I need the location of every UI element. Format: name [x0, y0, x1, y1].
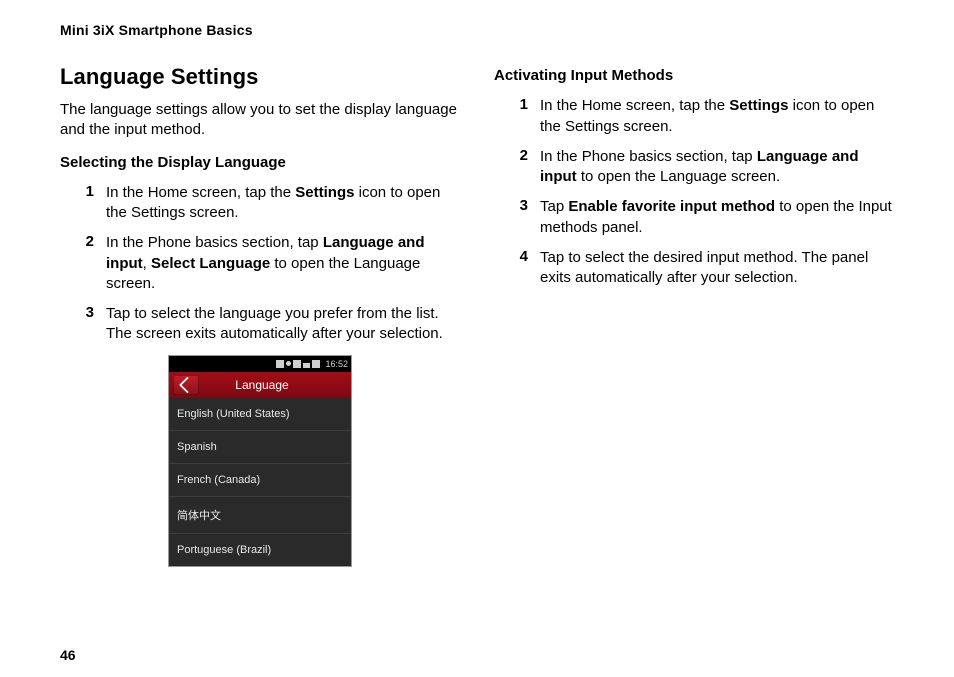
step-text: Tap to select the language you prefer fr… — [106, 304, 460, 345]
language-option[interactable]: 简体中文 — [169, 497, 351, 534]
step-text: Tap Enable favorite input method to open… — [540, 197, 894, 238]
step-item: 2 In the Phone basics section, tap Langu… — [82, 233, 460, 294]
language-option[interactable]: English (United States) — [169, 398, 351, 431]
subhead-select-language: Selecting the Display Language — [60, 153, 460, 173]
language-option[interactable]: Spanish — [169, 431, 351, 464]
page-number: 46 — [60, 647, 76, 663]
step-item: 1 In the Home screen, tap the Settings i… — [82, 183, 460, 224]
text: In the Phone basics section, tap — [106, 234, 323, 251]
step-text: In the Phone basics section, tap Languag… — [540, 147, 894, 188]
phone-status-bar: 16:52 — [169, 356, 351, 372]
bold-term: Settings — [295, 184, 354, 201]
step-item: 2 In the Phone basics section, tap Langu… — [516, 147, 894, 188]
step-item: 3 Tap to select the language you prefer … — [82, 304, 460, 345]
step-number: 1 — [516, 96, 528, 137]
text: , — [143, 255, 151, 272]
phone-title-bar: Language — [169, 372, 351, 398]
signal-dot-icon — [286, 361, 291, 366]
language-list: English (United States) Spanish French (… — [169, 398, 351, 566]
step-number: 2 — [82, 233, 94, 294]
step-text: Tap to select the desired input method. … — [540, 248, 894, 289]
text: to open the Language screen. — [577, 168, 781, 185]
two-column-layout: Language Settings The language settings … — [60, 56, 894, 567]
bold-term: Settings — [729, 97, 788, 114]
text: In the Home screen, tap the — [106, 184, 295, 201]
step-item: 3 Tap Enable favorite input method to op… — [516, 197, 894, 238]
right-column: Activating Input Methods 1 In the Home s… — [494, 56, 894, 567]
language-option[interactable]: Portuguese (Brazil) — [169, 534, 351, 566]
left-column: Language Settings The language settings … — [60, 56, 460, 567]
steps-select-language: 1 In the Home screen, tap the Settings i… — [60, 183, 460, 345]
step-text: In the Home screen, tap the Settings ico… — [540, 96, 894, 137]
back-button[interactable] — [173, 375, 199, 395]
step-number: 2 — [516, 147, 528, 188]
step-number: 4 — [516, 248, 528, 289]
intro-paragraph: The language settings allow you to set t… — [60, 100, 460, 141]
language-option[interactable]: French (Canada) — [169, 464, 351, 497]
subhead-activating-input: Activating Input Methods — [494, 66, 894, 86]
step-number: 3 — [82, 304, 94, 345]
signal-bars-icon — [303, 360, 310, 368]
battery-icon — [312, 360, 320, 368]
step-text: In the Phone basics section, tap Languag… — [106, 233, 460, 294]
steps-activating-input: 1 In the Home screen, tap the Settings i… — [494, 96, 894, 288]
running-head: Mini 3iX Smartphone Basics — [60, 22, 894, 38]
step-number: 3 — [516, 197, 528, 238]
phone-screen-title: Language — [199, 378, 351, 392]
text: In the Phone basics section, tap — [540, 148, 757, 165]
section-title: Language Settings — [60, 64, 460, 90]
network-icon — [293, 360, 301, 368]
bold-term: Enable favorite input method — [568, 198, 775, 215]
text: Tap — [540, 198, 568, 215]
back-arrow-icon — [179, 376, 196, 393]
status-time: 16:52 — [325, 359, 348, 369]
bold-term: Select Language — [151, 255, 270, 272]
step-text: In the Home screen, tap the Settings ico… — [106, 183, 460, 224]
sd-card-icon — [276, 360, 284, 368]
step-item: 4 Tap to select the desired input method… — [516, 248, 894, 289]
phone-screenshot: 16:52 Language English (United States) S… — [168, 355, 352, 567]
status-icons — [276, 360, 320, 368]
step-item: 1 In the Home screen, tap the Settings i… — [516, 96, 894, 137]
text: In the Home screen, tap the — [540, 97, 729, 114]
step-number: 1 — [82, 183, 94, 224]
